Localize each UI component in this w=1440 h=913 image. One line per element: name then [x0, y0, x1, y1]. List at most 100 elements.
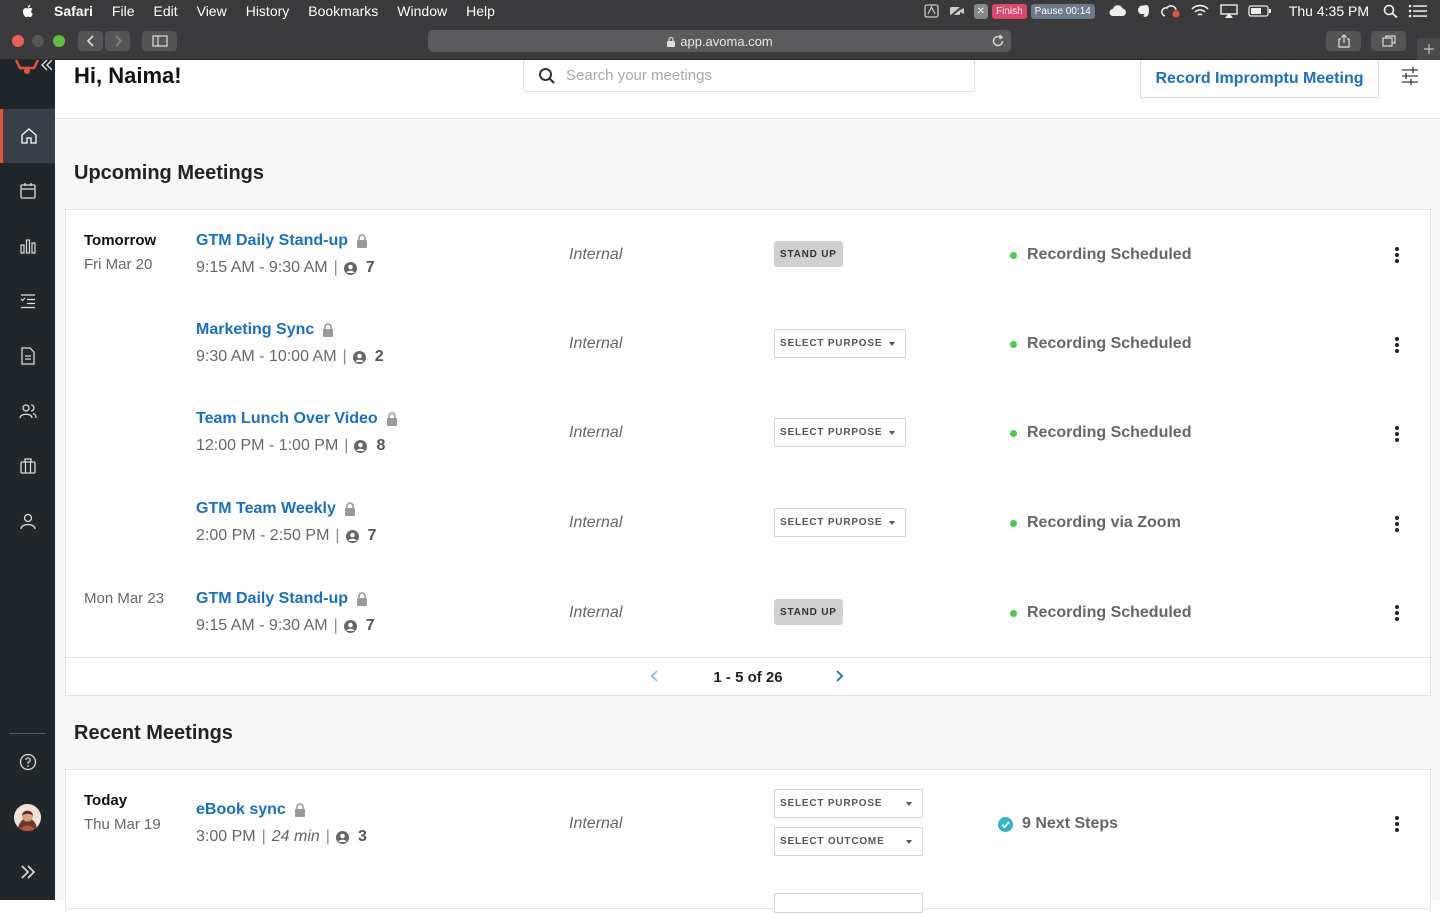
back-button[interactable]: [78, 31, 103, 51]
lock-icon: [386, 412, 397, 426]
table-row[interactable]: Marketing Sync 9:30 AM - 10:00 AM | 2 Inte…: [66, 300, 1430, 390]
people-icon: [18, 404, 37, 419]
more-options-icon[interactable]: [1394, 815, 1400, 833]
spotlight-search-icon[interactable]: [1383, 4, 1399, 18]
menu-bookmarks[interactable]: Bookmarks: [308, 3, 378, 19]
table-row[interactable]: Today Thu Mar 19 eBook sync 3:00 PM | 24 m…: [66, 770, 1430, 913]
meeting-type: Internal: [569, 424, 623, 441]
tab-overview-button[interactable]: [1371, 31, 1406, 51]
purpose-tag[interactable]: STAND UP: [774, 241, 843, 267]
menu-window[interactable]: Window: [397, 3, 447, 19]
window-minimize-button[interactable]: [32, 35, 44, 47]
upcoming-section-title: Upcoming Meetings: [74, 162, 265, 184]
meeting-title[interactable]: GTM Team Weekly: [196, 500, 356, 518]
more-options-icon[interactable]: [1394, 246, 1400, 264]
nav-expand[interactable]: [0, 845, 55, 899]
recent-section-title: Recent Meetings: [74, 722, 233, 744]
airplay-icon[interactable]: [1219, 4, 1239, 18]
filter-settings-icon[interactable]: [1401, 67, 1419, 85]
more-options-icon[interactable]: [1394, 336, 1400, 354]
menu-edit[interactable]: Edit: [153, 3, 177, 19]
address-bar[interactable]: app.avoma.com: [428, 30, 1011, 52]
search-input[interactable]: [566, 67, 946, 84]
select-purpose-dropdown[interactable]: SELECT PURPOSE: [774, 508, 906, 537]
acrobat-icon[interactable]: [923, 4, 940, 18]
meeting-title-text[interactable]: eBook sync: [196, 801, 286, 819]
meeting-title-text[interactable]: GTM Team Weekly: [196, 500, 336, 518]
table-row[interactable]: GTM Team Weekly 2:00 PM - 2:50 PM | 7 Inte…: [66, 479, 1430, 569]
meeting-title-text[interactable]: GTM Daily Stand-up: [196, 590, 348, 608]
select-dropdown-partial[interactable]: [774, 893, 923, 913]
purpose-tag[interactable]: STAND UP: [774, 599, 843, 625]
nav-help[interactable]: [0, 735, 55, 789]
more-options-icon[interactable]: [1394, 604, 1400, 622]
notification-center-icon[interactable]: [1408, 4, 1428, 18]
meeting-title-text[interactable]: GTM Daily Stand-up: [196, 232, 348, 250]
finish-button[interactable]: Finish: [991, 3, 1027, 19]
menubar-clock[interactable]: Thu 4:35 PM: [1289, 3, 1369, 19]
evernote-icon[interactable]: [1136, 4, 1152, 18]
nav-notes[interactable]: [0, 329, 55, 383]
next-steps-badge[interactable]: 9 Next Steps: [998, 815, 1118, 833]
menubar-status-area: ✕ Finish Pause 00:14 Thu 4:35 PM: [923, 0, 1440, 22]
status-badge: Recording Scheduled: [1010, 246, 1191, 264]
nav-people[interactable]: [0, 384, 55, 438]
collapse-sidebar-icon[interactable]: [40, 60, 52, 72]
plus-icon: [1423, 44, 1434, 54]
nav-deals[interactable]: [0, 439, 55, 493]
separator: |: [261, 828, 266, 845]
table-row[interactable]: Team Lunch Over Video 12:00 PM - 1:00 PM…: [66, 389, 1430, 479]
select-outcome-dropdown[interactable]: SELECT OUTCOME: [774, 827, 923, 856]
meeting-title[interactable]: Team Lunch Over Video: [196, 410, 398, 428]
cloud-icon[interactable]: [1109, 4, 1127, 18]
window-close-button[interactable]: [12, 35, 24, 47]
status-text: Recording Scheduled: [1027, 335, 1192, 352]
creative-cloud-icon[interactable]: [1160, 4, 1181, 18]
menu-history[interactable]: History: [246, 3, 290, 19]
pause-button[interactable]: Pause 00:14: [1030, 3, 1095, 19]
caret-down-icon: [889, 431, 895, 435]
table-row[interactable]: Mon Mar 23 GTM Daily Stand-up 9:15 AM - …: [66, 568, 1430, 658]
more-options-icon[interactable]: [1394, 425, 1400, 443]
meeting-title[interactable]: GTM Daily Stand-up: [196, 232, 368, 250]
sidebar-toggle-button[interactable]: [142, 31, 177, 51]
meeting-title-text[interactable]: Team Lunch Over Video: [196, 410, 378, 428]
prev-page-icon[interactable]: [649, 669, 661, 683]
menu-file[interactable]: File: [112, 3, 135, 19]
video-off-icon[interactable]: [948, 4, 965, 18]
meeting-title-text[interactable]: Marketing Sync: [196, 321, 314, 339]
new-tab-button[interactable]: [1417, 38, 1440, 60]
menu-app-name[interactable]: Safari: [54, 3, 93, 19]
forward-button[interactable]: [105, 31, 130, 51]
nav-insights[interactable]: [0, 219, 55, 273]
more-options-icon[interactable]: [1394, 515, 1400, 533]
table-row[interactable]: Tomorrow Fri Mar 20 GTM Daily Stand-up 9…: [66, 210, 1430, 300]
avoma-logo-icon[interactable]: [14, 60, 40, 76]
nav-home[interactable]: [0, 109, 55, 163]
meeting-title[interactable]: eBook sync: [196, 801, 306, 819]
record-impromptu-meeting-button[interactable]: Record Impromptu Meeting: [1140, 60, 1379, 98]
separator: |: [333, 259, 338, 276]
share-button[interactable]: [1326, 31, 1361, 51]
select-purpose-dropdown[interactable]: SELECT PURPOSE: [774, 418, 906, 447]
select-purpose-dropdown[interactable]: SELECT PURPOSE: [774, 329, 906, 358]
select-purpose-dropdown[interactable]: SELECT PURPOSE: [774, 789, 923, 818]
nav-list[interactable]: [0, 274, 55, 328]
nav-calendar[interactable]: [0, 164, 55, 218]
menu-view[interactable]: View: [197, 3, 227, 19]
reload-icon[interactable]: [991, 34, 1005, 48]
lock-icon: [294, 803, 305, 817]
battery-icon[interactable]: [1248, 4, 1272, 18]
meeting-title[interactable]: Marketing Sync: [196, 321, 334, 339]
search-box[interactable]: [523, 60, 975, 92]
wifi-icon[interactable]: [1190, 4, 1210, 18]
apple-icon[interactable]: [20, 3, 36, 19]
meeting-time: 9:30 AM - 10:00 AM | 2: [196, 348, 384, 366]
window-zoom-button[interactable]: [53, 35, 65, 47]
nav-profile[interactable]: [0, 494, 55, 548]
meeting-title[interactable]: GTM Daily Stand-up: [196, 590, 368, 608]
avatar[interactable]: [14, 804, 41, 831]
next-page-icon[interactable]: [833, 669, 845, 683]
close-recording-icon[interactable]: ✕: [973, 3, 988, 19]
menu-help[interactable]: Help: [466, 3, 495, 19]
